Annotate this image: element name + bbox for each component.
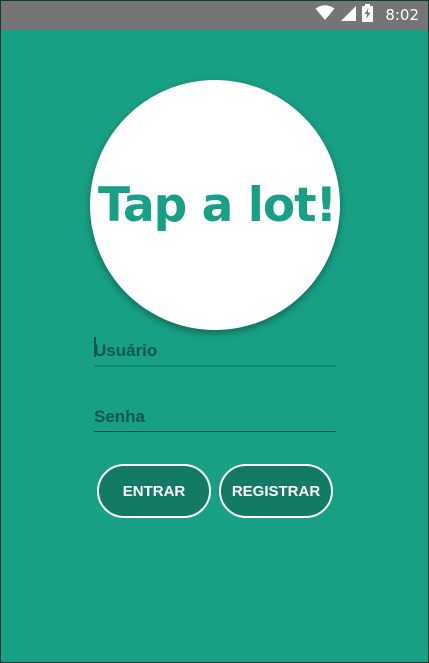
status-icons: 8:02 — [315, 4, 419, 26]
username-field — [94, 333, 336, 367]
status-time: 8:02 — [385, 6, 419, 24]
password-input[interactable] — [94, 398, 336, 431]
password-field — [94, 398, 336, 432]
app-logo: Tap a lot! — [90, 80, 340, 330]
username-input[interactable] — [94, 333, 336, 365]
enter-button[interactable]: ENTRAR — [97, 464, 211, 518]
status-bar: 8:02 — [0, 0, 429, 30]
text-cursor — [94, 337, 96, 357]
register-button[interactable]: REGISTRAR — [219, 464, 333, 518]
signal-icon — [341, 5, 357, 25]
battery-charging-icon — [362, 4, 374, 26]
app-logo-text: Tap a lot! — [97, 177, 337, 233]
wifi-icon — [315, 5, 335, 25]
